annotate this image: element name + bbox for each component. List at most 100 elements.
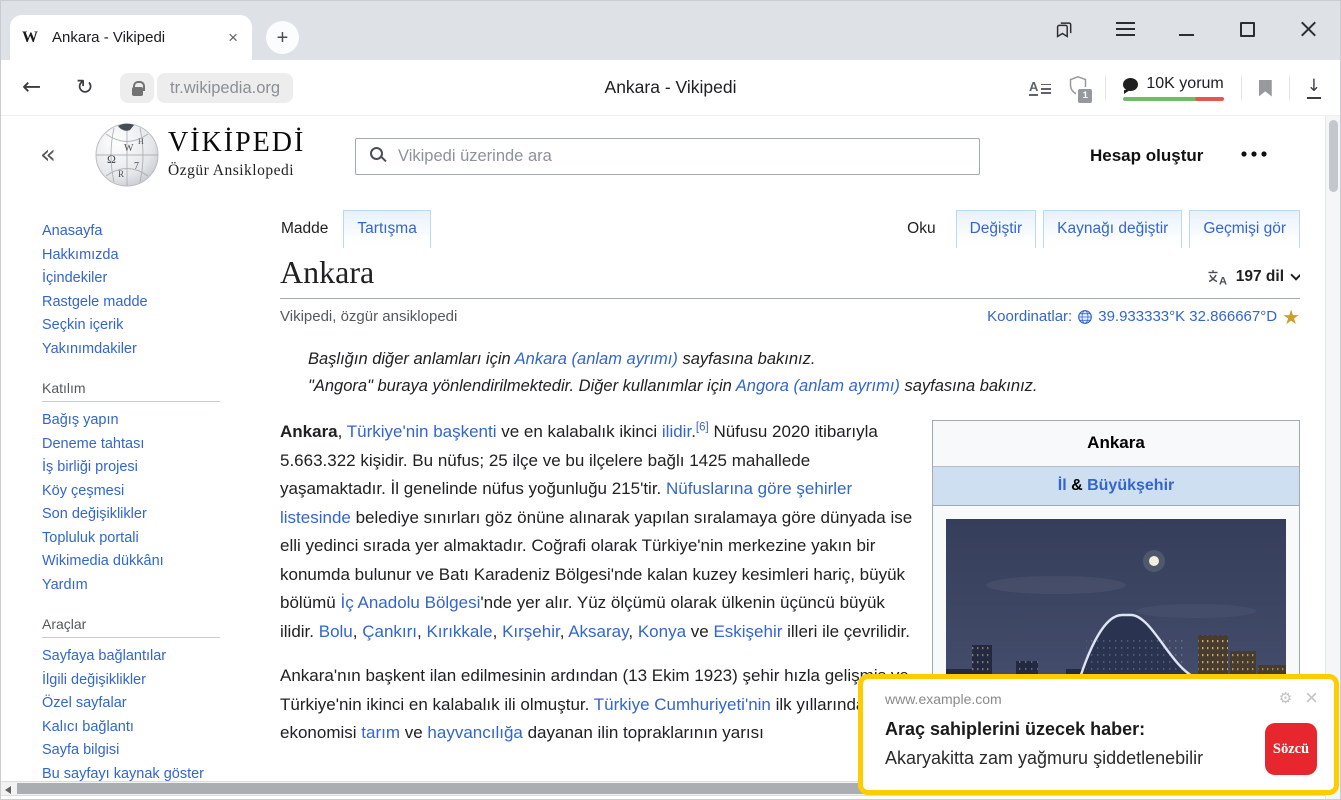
sozcu-logo[interactable]: Sözcü: [1265, 723, 1317, 775]
tab-title: Ankara - Vikipedi: [52, 29, 166, 46]
collapse-sidebar-button[interactable]: «: [40, 140, 56, 170]
window-controls: [1053, 8, 1319, 50]
sidebar-link[interactable]: Deneme tahtası: [42, 433, 232, 457]
notification-popup[interactable]: www.example.com ⚙ × Araç sahiplerini üze…: [858, 674, 1339, 795]
side-panel-icon[interactable]: [1053, 18, 1075, 40]
sidebar-link[interactable]: Wikimedia dükkânı: [42, 550, 232, 574]
sidebar-araclar-group: Sayfaya bağlantılar İlgili değişiklikler Ö…: [42, 645, 232, 786]
text-link[interactable]: Angora (anlam ayrımı): [736, 377, 900, 395]
scroll-left-arrow[interactable]: [5, 785, 11, 794]
notification-headline[interactable]: Araç sahiplerini üzecek haber:: [885, 719, 1318, 740]
sozcu-logo-text: Sözcü: [1272, 740, 1310, 757]
comment-bubble-icon: [1123, 77, 1139, 94]
wordmark-subtitle: Özgür Ansiklopedi: [168, 162, 295, 179]
menu-icon[interactable]: [1114, 18, 1136, 40]
text-link[interactable]: Ankara (anlam ayrımı): [515, 350, 678, 368]
search-icon: [370, 147, 383, 160]
download-icon[interactable]: ↓: [1307, 77, 1321, 99]
reference-link[interactable]: [6]: [696, 421, 709, 434]
minimize-button[interactable]: [1175, 18, 1197, 40]
sidebar-link[interactable]: Yardım: [42, 574, 232, 598]
hatnotes: Başlığın diğer anlamları için Ankara (an…: [308, 346, 1300, 399]
sidebar-link[interactable]: Özel sayfalar: [42, 692, 232, 716]
text-link[interactable]: Kırıkkale: [426, 622, 492, 641]
tab-madde[interactable]: Madde: [268, 211, 342, 248]
tab-close-icon[interactable]: ×: [226, 28, 240, 48]
gear-icon[interactable]: ⚙: [1279, 689, 1292, 707]
close-window-button[interactable]: [1297, 18, 1319, 40]
reader-mode-icon[interactable]: A: [1028, 80, 1052, 96]
sidebar-link[interactable]: Topluluk portali: [42, 527, 232, 551]
sidebar-link[interactable]: İş birliği projesi: [42, 456, 232, 480]
text-link[interactable]: İç Anadolu Bölgesi: [340, 593, 480, 612]
coordinates-label-link[interactable]: Koordinatlar:: [987, 308, 1072, 325]
sidebar-link[interactable]: İlgili değişiklikler: [42, 669, 232, 693]
sidebar-link[interactable]: Kalıcı bağlantı: [42, 716, 232, 740]
vertical-scrollbar-thumb[interactable]: [1329, 120, 1338, 192]
text-link[interactable]: hayvancılığa: [427, 723, 522, 742]
text-link[interactable]: Aksaray: [568, 622, 628, 641]
search-bar: [355, 138, 980, 175]
text-link[interactable]: Büyükşehir: [1087, 477, 1174, 494]
wikipedia-favicon: W: [22, 28, 38, 46]
toolbar-page-title: Ankara - Vikipedi: [604, 77, 737, 97]
svg-text:H: H: [138, 137, 144, 146]
sidebar-link[interactable]: İçindekiler: [42, 267, 232, 291]
sidebar-link[interactable]: Sayfaya bağlantılar: [42, 645, 232, 669]
page-title: Ankara: [280, 254, 375, 290]
text-link[interactable]: Çankırı: [362, 622, 417, 641]
url-text: tr.wikipedia.org: [170, 78, 281, 97]
notification-text[interactable]: Akaryakitta zam yağmuru şiddetlenebilir: [885, 748, 1318, 769]
language-selector[interactable]: A 197 dil: [1207, 268, 1300, 286]
new-tab-button[interactable]: +: [266, 21, 299, 54]
sidebar-link[interactable]: Sayfa bilgisi: [42, 739, 232, 763]
text-link[interactable]: ilidir: [662, 422, 691, 441]
sidebar-link[interactable]: Yakınımdakiler: [42, 338, 232, 362]
text-link[interactable]: Türkiye'nin: [347, 422, 429, 441]
svg-text:A: A: [1219, 275, 1227, 286]
text-link[interactable]: İl: [1058, 477, 1067, 494]
sidebar-link[interactable]: Köy çeşmesi: [42, 480, 232, 504]
horizontal-scrollbar-thumb[interactable]: [17, 783, 1005, 794]
more-options-icon[interactable]: [1241, 144, 1267, 161]
address-bar[interactable]: tr.wikipedia.org: [157, 73, 294, 103]
featured-star-icon[interactable]: ★: [1282, 307, 1300, 327]
sidebar-link[interactable]: Seçkin içerik: [42, 314, 232, 338]
create-account-link[interactable]: Hesap oluştur: [1090, 146, 1203, 166]
text-link[interactable]: tarım: [361, 723, 400, 742]
text-link[interactable]: Konya: [638, 622, 686, 641]
tab-oku[interactable]: Oku: [894, 211, 949, 248]
tab-gecmisi-gor[interactable]: Geçmişi gör: [1189, 210, 1300, 248]
close-icon[interactable]: ×: [1305, 687, 1318, 709]
wikipedia-logo[interactable]: Ω W 7 R H: [94, 122, 160, 193]
shield-protect-icon[interactable]: 1: [1068, 75, 1095, 105]
site-tagline: Vikipedi, özgür ansiklopedi: [280, 308, 458, 325]
infobox-title: Ankara: [933, 421, 1299, 467]
bookmark-icon[interactable]: [1258, 79, 1272, 97]
comments-chip[interactable]: 10K yorum: [1123, 75, 1224, 101]
sidebar-link[interactable]: Bağış yapın: [42, 409, 232, 433]
text-link[interactable]: başkenti: [433, 422, 496, 441]
back-button[interactable]: ←: [22, 73, 41, 101]
site-rating-bar: [1123, 97, 1224, 101]
refresh-button[interactable]: ↻: [76, 73, 94, 101]
tab-kaynagi-degistir[interactable]: Kaynağı değiştir: [1043, 210, 1183, 248]
maximize-button[interactable]: [1236, 18, 1258, 40]
text-link[interactable]: Bolu: [319, 622, 353, 641]
site-security-button[interactable]: [120, 73, 154, 103]
text-link[interactable]: Türkiye Cumhuriyeti'nin: [594, 695, 771, 714]
sidebar-link[interactable]: Rastgele madde: [42, 291, 232, 315]
browser-tab[interactable]: W Ankara - Vikipedi ×: [10, 15, 252, 60]
wikipedia-wordmark: VİKİPEDİ Özgür Ansiklopedi: [168, 127, 305, 180]
search-input[interactable]: [355, 138, 980, 175]
coordinates-link[interactable]: 39.933333°K 32.866667°D: [1098, 308, 1277, 325]
tab-degistir[interactable]: Değiştir: [955, 210, 1037, 248]
text-link[interactable]: Eskişehir: [713, 622, 782, 641]
tab-tartisma[interactable]: Tartışma: [343, 210, 431, 248]
text-link[interactable]: Kırşehir: [502, 622, 560, 641]
text-link[interactable]: Nüfuslarına göre şehirler listesinde: [280, 479, 852, 527]
coordinates: Koordinatlar: 39.933333°K 32.866667°D ★: [987, 307, 1300, 327]
sidebar-link[interactable]: Son değişiklikler: [42, 503, 232, 527]
hatnote: Başlığın diğer anlamları için Ankara (an…: [308, 350, 816, 368]
browser-window: W Ankara - Vikipedi × + ← ↻ tr.wikipedia…: [0, 0, 1341, 800]
